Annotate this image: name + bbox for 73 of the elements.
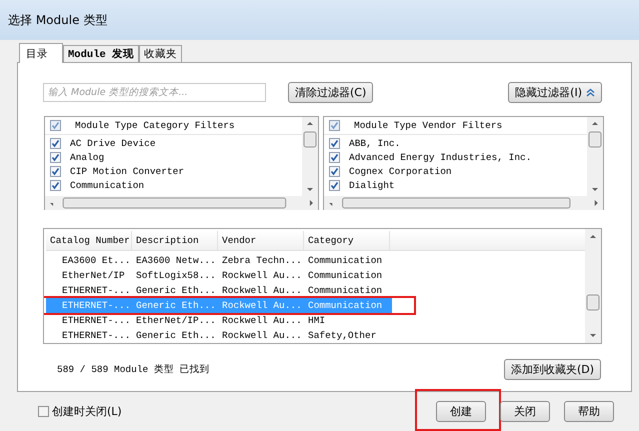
table-cell-text: ETHERNET-... xyxy=(61,330,132,341)
dialog-button[interactable]: 创建 xyxy=(436,400,486,422)
checkbox[interactable] xyxy=(329,166,340,176)
checkbox[interactable] xyxy=(329,152,340,162)
table-cell-text: Rockwell Au... xyxy=(221,285,303,296)
checkbox[interactable] xyxy=(329,180,340,190)
hide-filters-button[interactable]: 隐藏过滤器(I) xyxy=(508,82,602,103)
filter-label: CIP Motion Converter xyxy=(70,166,184,176)
filter-label: ABB, Inc. xyxy=(349,138,400,148)
table-row[interactable]: ETHERNET-... Generic Eth... Rockwell Au... Communication xyxy=(46,283,392,298)
table-cell-text: Rockwell Au... xyxy=(221,270,303,281)
table-cell-text: SoftLogix58... xyxy=(135,270,217,281)
table-cell-text: ETHERNET-... xyxy=(61,300,132,311)
checkbox[interactable] xyxy=(50,166,61,176)
table-cell-text: EA3600 Netw... xyxy=(135,255,217,266)
window-title: 选择 Module 类型 xyxy=(0,0,639,40)
table-cell-text: EtherNet/IP xyxy=(61,270,126,281)
checkbox[interactable] xyxy=(50,180,61,190)
table-cell-text: Rockwell Au... xyxy=(221,315,303,326)
table-cell-text: ETHERNET-... xyxy=(61,285,132,296)
table-cell-text: Rockwell Au... xyxy=(221,300,303,311)
dialog-button[interactable]: 关闭 xyxy=(500,400,550,422)
table-row[interactable]: ETHERNET-... EtherNet/IP... Rockwell Au... HMI xyxy=(46,313,392,328)
table-cell-text: Zebra Techn... xyxy=(221,255,303,266)
vertical-scrollbar[interactable] xyxy=(585,229,601,343)
checkbox[interactable] xyxy=(50,138,61,148)
vertical-scrollbar[interactable] xyxy=(587,117,603,196)
list-header: Module Type Vendor Filters xyxy=(354,120,502,131)
filter-label: Analog xyxy=(70,152,104,162)
table-cell-text: Communication xyxy=(307,285,384,296)
add-to-favorites-button[interactable]: 添加到收藏夹(D) xyxy=(504,358,601,380)
table-cell-text: Generic Eth... xyxy=(135,285,217,296)
list-header: Module Type Category Filters xyxy=(75,120,235,131)
table-cell-text: HMI xyxy=(307,315,326,326)
table-cell-text: Communication xyxy=(307,270,384,281)
tab[interactable]: Module 发现 xyxy=(63,45,140,62)
horizontal-scrollbar[interactable] xyxy=(45,196,318,210)
column-header[interactable]: Catalog Number xyxy=(46,231,132,250)
filter-label: Dialight xyxy=(349,180,395,190)
checkbox[interactable] xyxy=(329,138,340,148)
status-text: 589 / 589 Module 类型 已找到 xyxy=(56,362,210,376)
vertical-scrollbar[interactable] xyxy=(302,117,318,196)
horizontal-scrollbar[interactable] xyxy=(324,196,603,210)
filter-label: Advanced Energy Industries, Inc. xyxy=(349,152,532,162)
tab[interactable]: 目录 xyxy=(19,43,63,63)
table-cell-text: Generic Eth... xyxy=(135,300,217,311)
column-header[interactable]: Category xyxy=(304,231,390,250)
table-cell-text: Safety,Other xyxy=(307,330,378,341)
table-cell-text: Generic Eth... xyxy=(135,330,217,341)
search-field[interactable]: 输入 Module 类型的搜索文本... xyxy=(43,83,266,102)
table-cell-text: Rockwell Au... xyxy=(221,330,303,341)
checkbox[interactable] xyxy=(329,120,340,131)
checkbox[interactable] xyxy=(38,406,49,416)
table-row[interactable]: EA3600 Et... EA3600 Netw... Zebra Techn... Communication xyxy=(46,253,392,268)
filter-label: AC Drive Device xyxy=(70,138,156,148)
table-cell-text: Communication xyxy=(307,255,384,266)
filter-label: Cognex Corporation xyxy=(349,166,452,176)
table-row[interactable]: ETHERNET-... Generic Eth... Rockwell Au... Safety,Other xyxy=(46,328,392,343)
table-cell-text: ETHERNET-... xyxy=(61,315,132,326)
checkbox-label: 创建时关闭(L) xyxy=(52,404,122,418)
tab[interactable]: 收藏夹 xyxy=(139,45,182,62)
table-cell-text: EA3600 Et... xyxy=(61,255,132,266)
column-header[interactable]: Description xyxy=(132,231,218,250)
checkbox[interactable] xyxy=(50,152,61,162)
double-chevron-up-icon xyxy=(586,88,595,97)
dialog-button[interactable]: 帮助 xyxy=(564,400,614,422)
checkbox[interactable] xyxy=(50,120,61,131)
table-row[interactable]: EtherNet/IP SoftLogix58... Rockwell Au... Communication xyxy=(46,268,392,283)
filter-label: Communication xyxy=(70,180,144,190)
column-header[interactable]: Vendor xyxy=(218,231,304,250)
table-cell-text: EtherNet/IP... xyxy=(135,315,217,326)
clear-filters-button[interactable]: 清除过滤器(C) xyxy=(288,82,374,103)
table-cell-text: Communication xyxy=(307,300,384,311)
